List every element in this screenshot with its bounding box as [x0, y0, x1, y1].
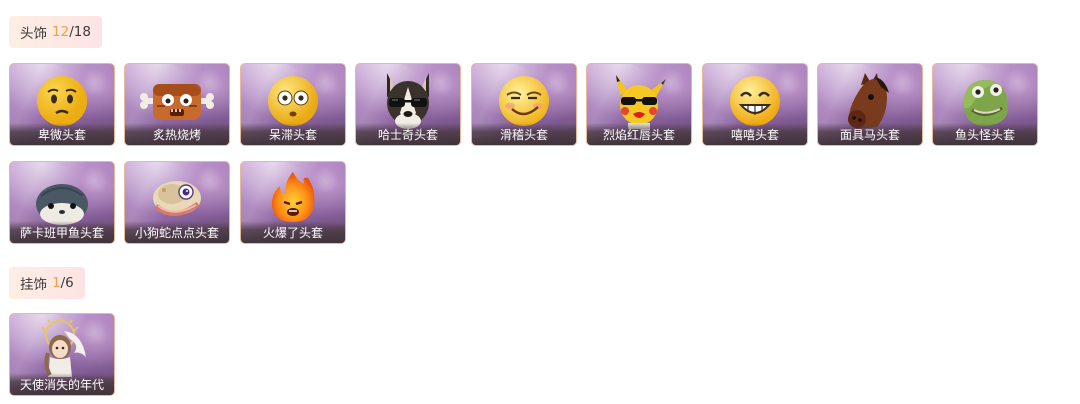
funny-emoji-head-icon	[499, 76, 549, 126]
pendant-section-header: 挂饰 1 /6	[9, 267, 85, 299]
headwear-card-10[interactable]: 萨卡班甲鱼头套	[9, 161, 115, 244]
headwear-card-12[interactable]: 火爆了头套	[240, 161, 346, 244]
headwear-section-header: 头饰 12 /18	[9, 16, 102, 48]
headwear-card-label: 哈士奇头套	[356, 123, 460, 145]
headwear-card-4[interactable]: 哈士奇头套	[355, 63, 461, 146]
horse-mask-head-icon	[848, 73, 889, 129]
headwear-card-3[interactable]: 呆滞头套	[240, 63, 346, 146]
angel-doll-pendant-icon	[41, 318, 86, 377]
bbq-meat-head-icon	[140, 84, 214, 120]
headwear-card-6[interactable]: 烈焰红唇头套	[586, 63, 692, 146]
headwear-card-8[interactable]: 面具马头套	[817, 63, 923, 146]
headwear-card-label: 滑稽头套	[472, 123, 576, 145]
headwear-card-7[interactable]: 嘻嘻头套	[702, 63, 808, 146]
headwear-card-2[interactable]: 炙热烧烤	[124, 63, 230, 146]
fire-head-icon	[271, 172, 315, 222]
husky-sunglasses-head-icon	[387, 73, 429, 129]
headwear-card-label: 小狗蛇点点头套	[125, 221, 229, 243]
headwear-card-label: 呆滞头套	[241, 123, 345, 145]
headwear-title: 头饰	[20, 26, 47, 42]
worried-emoji-head-icon	[37, 76, 87, 126]
headwear-card-label: 卑微头套	[10, 123, 114, 145]
headwear-owned-count: 12	[52, 24, 70, 40]
pikachu-red-lips-head-icon	[616, 75, 666, 129]
fish-monster-head-icon	[963, 80, 1009, 126]
headwear-card-1[interactable]: 卑微头套	[9, 63, 115, 146]
sacabambaspis-head-icon	[36, 184, 88, 225]
headwear-card-label: 嘻嘻头套	[703, 123, 807, 145]
pendant-owned-count: 1	[52, 275, 61, 291]
headwear-card-label: 炙热烧烤	[125, 123, 229, 145]
headwear-card-label: 烈焰红唇头套	[587, 123, 691, 145]
headwear-total-count: /18	[69, 24, 91, 40]
headwear-card-label: 鱼头怪头套	[933, 123, 1037, 145]
headwear-card-5[interactable]: 滑稽头套	[471, 63, 577, 146]
pendant-card-1[interactable]: 天使消失的年代	[9, 313, 115, 396]
pendant-total-count: /6	[60, 275, 74, 291]
grinning-emoji-head-icon	[730, 76, 780, 126]
dog-snake-head-icon	[153, 181, 201, 216]
pendant-card-label: 天使消失的年代	[10, 373, 114, 395]
headwear-card-label: 萨卡班甲鱼头套	[10, 221, 114, 243]
headwear-card-label: 面具马头套	[818, 123, 922, 145]
headwear-card-11[interactable]: 小狗蛇点点头套	[124, 161, 230, 244]
headwear-card-9[interactable]: 鱼头怪头套	[932, 63, 1038, 146]
dazed-emoji-head-icon	[268, 76, 318, 126]
pendant-title: 挂饰	[20, 277, 47, 293]
headwear-card-label: 火爆了头套	[241, 221, 345, 243]
